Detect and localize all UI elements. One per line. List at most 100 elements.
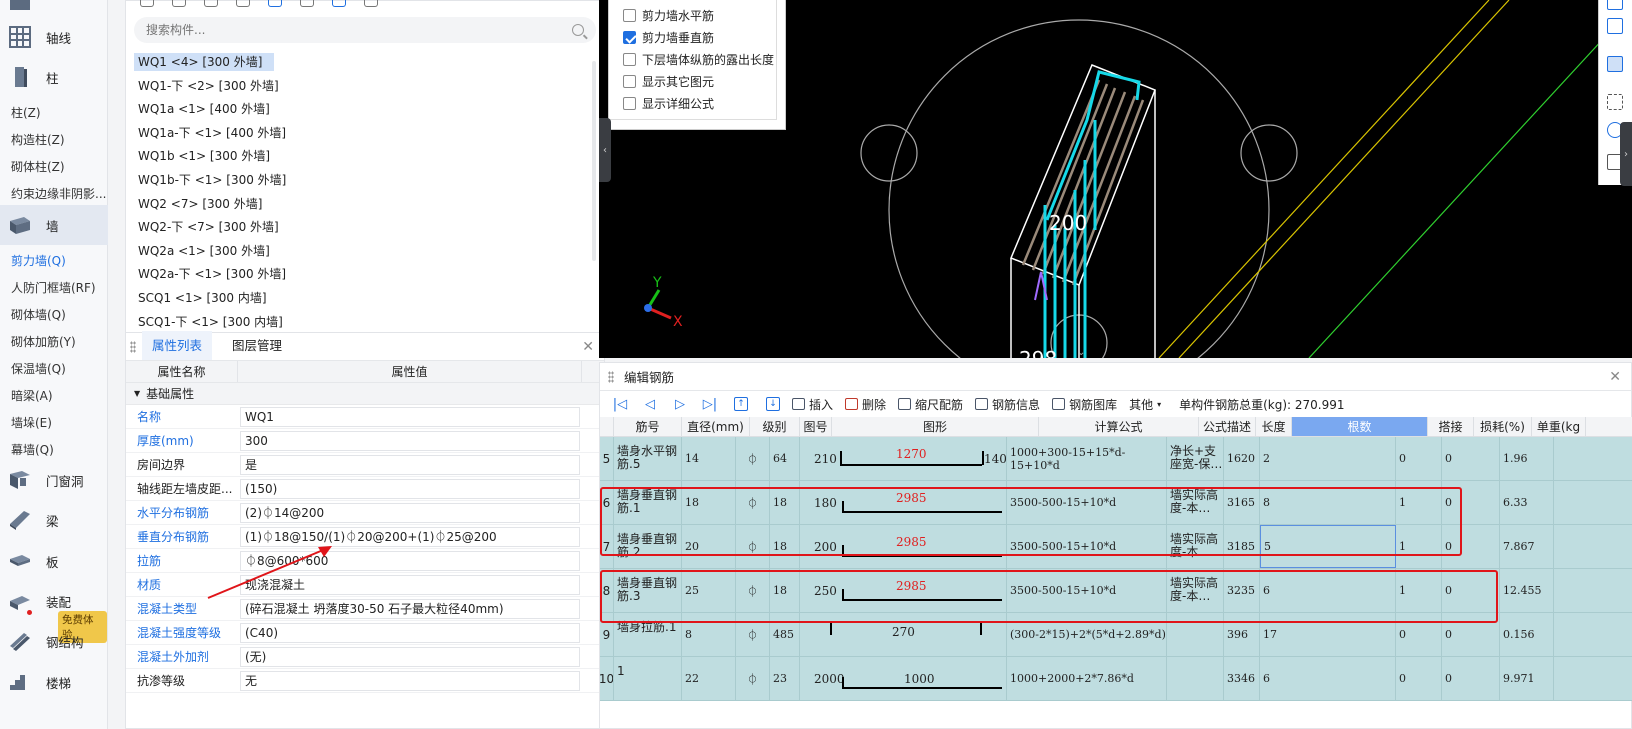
grid-column-header[interactable]: 图形 xyxy=(832,417,1039,436)
formula-desc-cell[interactable]: 净长+支座宽-保… xyxy=(1167,437,1224,480)
collapse-right-tab[interactable]: › xyxy=(1620,122,1632,186)
rebar-info-button[interactable]: 钢筋信息 xyxy=(975,396,1040,413)
grid-column-header[interactable]: 计算公式 xyxy=(1039,417,1199,436)
view-3d-icon[interactable] xyxy=(1607,56,1623,72)
drag-grip-icon[interactable] xyxy=(130,341,136,353)
component-list-scrollbar[interactable] xyxy=(592,61,596,261)
dia-cell[interactable]: 22 xyxy=(682,657,736,700)
rebar-name-cell[interactable]: 墙身水平钢筋.5 xyxy=(614,437,682,480)
lap-cell[interactable]: 0 xyxy=(1396,437,1442,480)
property-value-field[interactable]: (无) xyxy=(240,646,580,667)
sub-civil-defense-wall[interactable]: 人防门框墙(RF) xyxy=(11,279,96,296)
new-component-icon[interactable] xyxy=(140,0,154,7)
next-row-icon[interactable]: ▷ xyxy=(668,397,692,412)
first-row-icon[interactable]: |◁ xyxy=(608,397,632,412)
property-value-field[interactable]: (150) xyxy=(240,478,580,499)
3d-viewport[interactable]: 200 298 Y X ⌄ 剪力墙水平筋 剪力墙垂直筋 下层墙体纵筋的露出长度 … xyxy=(599,0,1632,358)
grade-cell[interactable]: ⏀ xyxy=(736,657,770,700)
layer-copy-icon[interactable] xyxy=(236,0,250,7)
formula-desc-cell[interactable] xyxy=(1167,657,1224,700)
fig-cell[interactable]: 23 xyxy=(770,657,800,700)
grid-column-header[interactable]: 直径(mm) xyxy=(682,417,750,436)
row-index[interactable]: 10 xyxy=(600,657,614,700)
fit-view-icon[interactable] xyxy=(1607,94,1623,110)
sub-edge-column[interactable]: 约束边缘非阴影... xyxy=(11,185,106,202)
component-search-box[interactable] xyxy=(134,17,596,43)
category-beam[interactable]: 梁 xyxy=(0,500,108,540)
move-up-icon[interactable]: ↑ xyxy=(734,397,748,411)
property-value-field[interactable]: 是 xyxy=(240,454,580,475)
category-door-window[interactable]: 门窗洞 xyxy=(0,460,108,500)
sub-column-z[interactable]: 柱(Z) xyxy=(11,104,41,121)
property-value-field[interactable]: WQ1 xyxy=(240,406,580,427)
row-index[interactable]: 5 xyxy=(600,437,614,480)
grid-column-header[interactable]: 根数 xyxy=(1292,417,1428,436)
category-column[interactable]: 柱 xyxy=(0,57,108,97)
sub-masonry-wall[interactable]: 砌体墙(Q) xyxy=(11,306,66,323)
checkbox[interactable] xyxy=(623,75,636,88)
move-down-icon[interactable]: ↓ xyxy=(766,397,780,411)
component-item[interactable]: WQ2 <7> [300 外墙] xyxy=(134,194,584,218)
checkbox[interactable] xyxy=(623,53,636,66)
collapse-left-tab[interactable]: ‹ xyxy=(599,118,611,182)
weight-cell[interactable]: 9.971 xyxy=(1500,657,1554,700)
lap-cell[interactable]: 0 xyxy=(1396,657,1442,700)
weight-cell[interactable]: 0.156 xyxy=(1500,613,1554,656)
insert-button[interactable]: 插入 xyxy=(792,396,833,413)
weight-cell[interactable]: 6.33 xyxy=(1500,481,1554,524)
component-item[interactable]: WQ1-下 <2> [300 外墙] xyxy=(134,76,584,100)
option-exposed-length[interactable]: 下层墙体纵筋的露出长度 xyxy=(623,51,774,68)
weight-cell[interactable]: 7.867 xyxy=(1500,525,1554,568)
checkbox[interactable] xyxy=(623,9,636,22)
view-cube-icon[interactable] xyxy=(1607,18,1623,34)
component-search-input[interactable] xyxy=(146,23,546,37)
sub-hidden-beam[interactable]: 暗梁(A) xyxy=(11,387,53,404)
option-other-elements[interactable]: 显示其它图元 xyxy=(623,73,714,90)
grid-column-header[interactable]: 单重(kg xyxy=(1532,417,1586,436)
fig-cell[interactable]: 64 xyxy=(770,437,800,480)
grid-column-header[interactable]: 图号 xyxy=(800,417,832,436)
grid-column-header[interactable]: 损耗(%) xyxy=(1474,417,1532,436)
drag-grip-icon[interactable] xyxy=(608,371,614,383)
sub-masonry-column[interactable]: 砌体柱(Z) xyxy=(11,158,65,175)
property-value-field[interactable]: 300 xyxy=(240,430,580,451)
shape-cell[interactable]: 2000 1000 xyxy=(800,657,1007,700)
property-value-field[interactable]: (C40) xyxy=(240,622,580,643)
count-cell[interactable]: 2 xyxy=(1260,437,1396,480)
option-detail-formula[interactable]: 显示详细公式 xyxy=(623,95,714,112)
rebar-library-button[interactable]: 钢筋图库 xyxy=(1052,396,1117,413)
rebar-name-cell[interactable]: 1 xyxy=(614,657,682,700)
chevron-down-icon[interactable]: ⌄ xyxy=(1077,347,1085,358)
dia-cell[interactable]: 14 xyxy=(682,437,736,480)
category-wall[interactable]: 墙 xyxy=(0,205,108,245)
grid-column-header[interactable]: 长度 xyxy=(1256,417,1292,436)
export-icon[interactable] xyxy=(364,0,378,7)
filter-icon[interactable] xyxy=(300,0,314,7)
group-basic[interactable]: ▼ 基础属性 xyxy=(126,383,604,405)
component-item[interactable]: WQ1 <4> [300 外墙] xyxy=(134,52,584,76)
component-item[interactable]: SCQ1 <1> [300 内墙] xyxy=(134,288,584,312)
sub-shear-wall[interactable]: 剪力墙(Q) xyxy=(11,252,66,269)
other-dropdown[interactable]: 其他 ▾ xyxy=(1129,396,1161,413)
rebar-row[interactable]: 10 1 22 ⏀ 23 2000 1000 1000+2000+2*7.86*d 3346 6 0… xyxy=(600,657,1632,701)
grid-column-header[interactable]: 筋号 xyxy=(614,417,682,436)
category-stair[interactable]: 楼梯 xyxy=(0,662,108,702)
sort-icon[interactable] xyxy=(268,0,282,7)
count-cell[interactable]: 6 xyxy=(1260,657,1396,700)
component-item[interactable]: WQ2a-下 <1> [300 外墙] xyxy=(134,264,584,288)
search-icon[interactable] xyxy=(572,24,584,36)
category-axis[interactable]: 轴线 xyxy=(0,17,108,57)
delete-component-icon[interactable] xyxy=(204,0,218,7)
tab-property-list[interactable]: 属性列表 xyxy=(142,331,213,360)
property-value-field[interactable]: (2)⏀14@200 xyxy=(240,502,580,523)
ruler-rebar-button[interactable]: 缩尺配筋 xyxy=(898,396,963,413)
option-horizontal-rebar[interactable]: 剪力墙水平筋 xyxy=(623,7,714,24)
property-value-field[interactable]: 无 xyxy=(240,670,580,691)
grade-cell[interactable]: ⏀ xyxy=(736,437,770,480)
option-vertical-rebar[interactable]: 剪力墙垂直筋 xyxy=(623,29,714,46)
loss-cell[interactable]: 0 xyxy=(1442,437,1500,480)
formula-cell[interactable]: 1000+300-15+15*d-15+10*d xyxy=(1007,437,1167,480)
checkbox[interactable] xyxy=(623,97,636,110)
weight-cell[interactable]: 1.96 xyxy=(1500,437,1554,480)
sub-curtain-wall[interactable]: 幕墙(Q) xyxy=(11,441,54,458)
